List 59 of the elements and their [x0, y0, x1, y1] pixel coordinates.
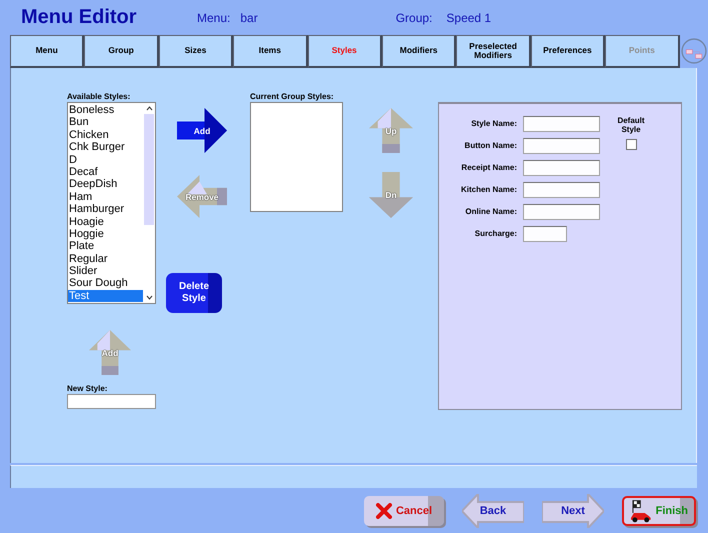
- delete-style-button[interactable]: Delete Style: [166, 273, 222, 313]
- tab[interactable]: Menu: [10, 35, 84, 68]
- list-item[interactable]: Regular: [68, 252, 143, 266]
- list-item[interactable]: Ham: [68, 190, 143, 204]
- list-item[interactable]: Hoggie: [68, 228, 143, 240]
- default-style-checkbox[interactable]: [626, 139, 636, 150]
- tab[interactable]: Sizes: [158, 35, 234, 68]
- next-button[interactable]: Next: [542, 494, 604, 528]
- list-item[interactable]: Sour Dough: [68, 277, 143, 290]
- group-label: Group:: [396, 10, 432, 24]
- field-label: Button Name:: [464, 140, 518, 152]
- list-item[interactable]: Chicken: [68, 128, 143, 142]
- field-label: Surcharge:: [474, 228, 518, 240]
- text-field[interactable]: [523, 204, 600, 220]
- list-item[interactable]: D: [68, 154, 143, 166]
- list-item[interactable]: Hoagie: [68, 216, 143, 228]
- text-field[interactable]: [523, 160, 600, 176]
- available-styles-list[interactable]: Boneless Bun Chicken Chk Burger D Decaf DeepDish Ham Hamburger Hoagie Hoggie Plate Regular Slider Sour Dough Test: [67, 102, 156, 304]
- back-button[interactable]: Back: [462, 494, 524, 528]
- cancel-button[interactable]: Cancel: [364, 496, 444, 526]
- text-field[interactable]: [523, 116, 600, 132]
- x-mark-icon: [376, 502, 392, 518]
- list-item[interactable]: Hamburger: [68, 203, 143, 216]
- menu-value: bar: [240, 10, 258, 24]
- race-car-icon: [630, 498, 652, 522]
- list-item[interactable]: DeepDish: [68, 178, 143, 191]
- menu-label: Menu:: [197, 10, 230, 24]
- list-item[interactable]: Slider: [68, 265, 143, 278]
- tab[interactable]: Modifiers: [382, 35, 456, 68]
- add-arrow-button[interactable]: Add: [177, 108, 227, 153]
- field-label: Receipt Name:: [460, 162, 518, 174]
- tab[interactable]: Preselected Modifiers: [456, 35, 531, 68]
- scroll-up-icon[interactable]: [146, 106, 152, 111]
- new-style-field[interactable]: [67, 394, 156, 409]
- list-item[interactable]: Boneless: [68, 104, 143, 116]
- text-field[interactable]: [523, 226, 567, 242]
- tab[interactable]: Group: [84, 35, 159, 68]
- list-item[interactable]: Bun: [68, 116, 143, 129]
- available-styles-label: Available Styles:: [67, 92, 130, 102]
- monitors-circle-icon: [681, 37, 707, 65]
- current-group-styles-list[interactable]: [250, 102, 343, 212]
- window-title: Menu Editor: [21, 6, 138, 29]
- list-item[interactable]: Decaf: [68, 166, 143, 178]
- text-field[interactable]: [523, 138, 600, 154]
- scroll-down-icon[interactable]: [146, 295, 152, 300]
- list-item[interactable]: Plate: [68, 240, 143, 253]
- field-label: Style Name:: [470, 118, 518, 130]
- tab[interactable]: Preferences: [530, 35, 606, 68]
- list-item[interactable]: Test: [68, 290, 143, 302]
- list-item[interactable]: Chk Burger: [68, 141, 143, 154]
- text-field[interactable]: [523, 182, 600, 198]
- field-label: Kitchen Name:: [460, 184, 518, 196]
- current-group-styles-label: Current Group Styles:: [250, 92, 334, 102]
- group-value: Speed 1: [446, 10, 492, 24]
- scroll-thumb[interactable]: [144, 114, 154, 225]
- default-style-label: Default Style: [616, 116, 646, 134]
- tab[interactable]: Items: [233, 35, 308, 68]
- field-label: Online Name:: [464, 206, 518, 218]
- new-style-label: New Style:: [67, 384, 108, 394]
